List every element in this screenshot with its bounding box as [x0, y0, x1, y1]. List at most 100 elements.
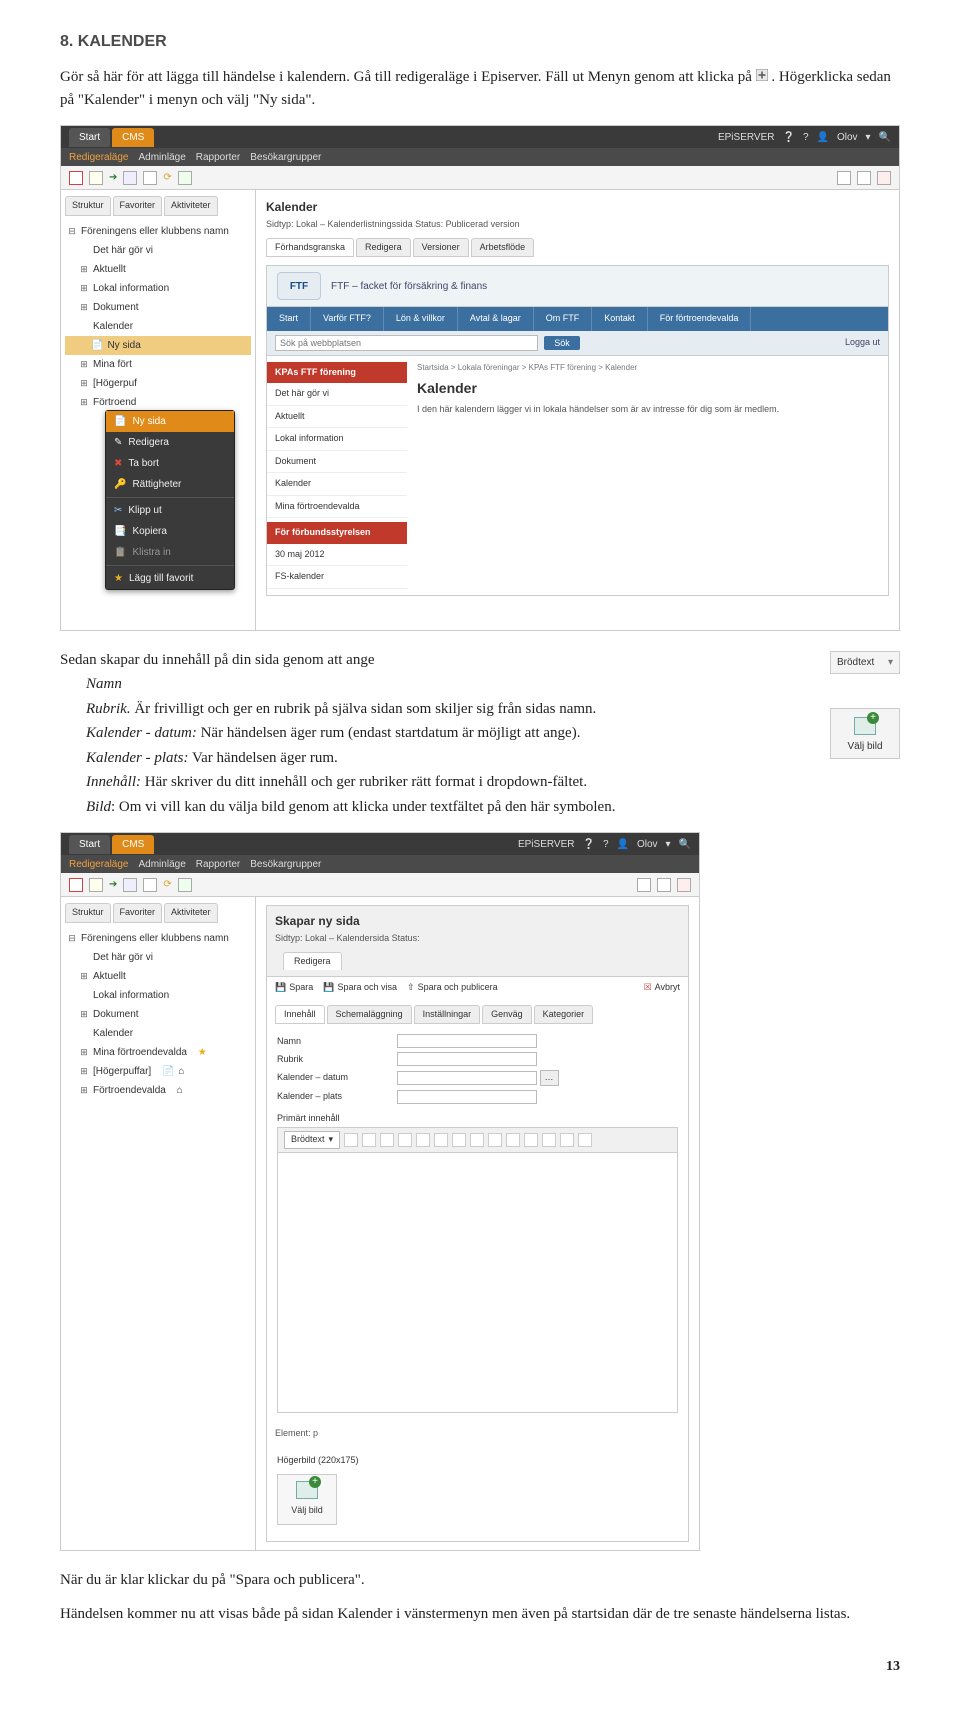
search-input[interactable]	[275, 335, 538, 351]
tool-icon[interactable]	[89, 878, 103, 892]
input-kalender-plats[interactable]	[397, 1090, 537, 1104]
mode-besokargrupper[interactable]: Besökargrupper	[250, 857, 321, 872]
left-tab-struktur[interactable]: Struktur	[65, 196, 111, 216]
expand-icon[interactable]: ⊞	[79, 1066, 89, 1076]
tab-start[interactable]: Start	[69, 835, 110, 854]
mode-besokargrupper[interactable]: Besökargrupper	[250, 150, 321, 165]
tree-item[interactable]: Lokal information	[65, 986, 251, 1005]
ctx-tabort[interactable]: ✖Ta bort	[106, 453, 234, 474]
tree-item[interactable]: ⊞Dokument	[65, 298, 251, 317]
rte-ol-icon[interactable]	[362, 1133, 376, 1147]
sidebar-item[interactable]: 30 maj 2012	[267, 544, 407, 567]
tool-icon[interactable]	[69, 171, 83, 185]
ctx-rattigheter[interactable]: 🔑Rättigheter	[106, 474, 234, 495]
nav-item[interactable]: Start	[267, 307, 311, 331]
nav-item[interactable]: För förtroendevalda	[648, 307, 752, 331]
rte-col-icon[interactable]	[542, 1133, 556, 1147]
cancel-button[interactable]: ☒Avbryt	[644, 981, 680, 995]
nav-item[interactable]: Varför FTF?	[311, 307, 384, 331]
expand-icon[interactable]: ⊞	[79, 302, 89, 312]
rte-unlink-icon[interactable]	[398, 1133, 412, 1147]
help-icon[interactable]: ❔	[582, 837, 594, 852]
expand-icon[interactable]: ⊞	[79, 971, 89, 981]
tree-item[interactable]: ⊞Mina fört	[65, 355, 251, 374]
mode-redigeralage[interactable]: Redigeraläge	[69, 150, 129, 165]
save-button[interactable]: 💾Spara	[275, 981, 313, 995]
left-tab-aktiviteter[interactable]: Aktiviteter	[164, 903, 218, 923]
input-kalender-datum[interactable]	[397, 1071, 537, 1085]
subtab-versioner[interactable]: Versioner	[413, 238, 469, 258]
search-button[interactable]: Sök	[544, 336, 580, 350]
tool-icon[interactable]	[657, 878, 671, 892]
ctx-klistra[interactable]: 📋Klistra in	[106, 542, 234, 563]
info-icon[interactable]: ?	[603, 837, 609, 852]
tree-item[interactable]: ⊞Lokal information	[65, 279, 251, 298]
mode-adminlage[interactable]: Adminläge	[139, 150, 186, 165]
rte-anchor-icon[interactable]	[416, 1133, 430, 1147]
rte-clean-icon[interactable]	[488, 1133, 502, 1147]
tree-item[interactable]: ⊞Mina förtroendevalda ★	[65, 1043, 251, 1062]
ctx-redigera[interactable]: ✎Redigera	[106, 432, 234, 453]
subtab-forhandsgranska[interactable]: Förhandsgranska	[266, 238, 354, 258]
help-icon[interactable]: ❔	[782, 130, 794, 145]
left-tab-aktiviteter[interactable]: Aktiviteter	[164, 196, 218, 216]
tree-item[interactable]: ⊞[Högerpuffar] 📄⌂	[65, 1062, 251, 1081]
expand-icon[interactable]: ⊞	[79, 283, 89, 293]
tree-item[interactable]: Kalender	[65, 317, 251, 336]
mode-adminlage[interactable]: Adminläge	[139, 857, 186, 872]
tree-root[interactable]: ⊟ Föreningens eller klubbens namn	[65, 929, 251, 948]
tool-icon[interactable]	[857, 171, 871, 185]
tree-item[interactable]: ⊞Aktuellt	[65, 967, 251, 986]
nav-item[interactable]: Kontakt	[592, 307, 648, 331]
ellipsis-button[interactable]: …	[540, 1070, 559, 1086]
ctx-favorit[interactable]: ★Lägg till favorit	[106, 568, 234, 589]
tool-refresh-icon[interactable]: ⟳	[163, 877, 171, 892]
expand-icon[interactable]: ⊞	[79, 397, 89, 407]
tree-item[interactable]: Det här gör vi	[65, 948, 251, 967]
logout-link[interactable]: Logga ut	[845, 336, 880, 350]
tool-icon[interactable]	[69, 878, 83, 892]
sidebar-item[interactable]: Dokument	[267, 451, 407, 474]
save-publish-button[interactable]: ⇧Spara och publicera	[407, 981, 498, 995]
rte-link-icon[interactable]	[380, 1133, 394, 1147]
collapse-icon[interactable]: ⊟	[67, 933, 77, 943]
tool-icon[interactable]	[877, 171, 891, 185]
tool-icon[interactable]	[89, 171, 103, 185]
rte-media-icon[interactable]	[452, 1133, 466, 1147]
user-name[interactable]: Olov	[637, 837, 658, 852]
tree-item[interactable]: Kalender	[65, 1024, 251, 1043]
input-rubrik[interactable]	[397, 1052, 537, 1066]
sidebar-item[interactable]: Aktuellt	[267, 406, 407, 429]
left-tab-favoriter[interactable]: Favoriter	[113, 903, 163, 923]
expand-icon[interactable]: ⊞	[79, 378, 89, 388]
redigera-tab[interactable]: Redigera	[283, 952, 342, 971]
rte-source-icon[interactable]	[470, 1133, 484, 1147]
tree-item[interactable]: ⊞Dokument	[65, 1005, 251, 1024]
rte-split-icon[interactable]	[578, 1133, 592, 1147]
tool-icon[interactable]	[143, 171, 157, 185]
search-icon[interactable]: 🔍	[679, 837, 691, 852]
ctx-ny-sida[interactable]: 📄Ny sida	[106, 411, 234, 432]
nav-item[interactable]: Om FTF	[534, 307, 593, 331]
tool-refresh-icon[interactable]: ⟳	[163, 170, 171, 185]
tab-cms[interactable]: CMS	[112, 128, 154, 147]
tool-icon[interactable]	[837, 171, 851, 185]
tree-item[interactable]: ⊞[Högerpuf	[65, 374, 251, 393]
tool-arrow-icon[interactable]: ➔	[109, 170, 117, 185]
tool-icon[interactable]	[123, 878, 137, 892]
tool-icon[interactable]	[123, 171, 137, 185]
expand-icon[interactable]: ⊞	[79, 1047, 89, 1057]
input-namn[interactable]	[397, 1034, 537, 1048]
tab-start[interactable]: Start	[69, 128, 110, 147]
rte-textarea[interactable]	[277, 1153, 678, 1413]
expand-icon[interactable]: ⊞	[79, 1085, 89, 1095]
subtab-redigera[interactable]: Redigera	[356, 238, 411, 258]
subtab-arbetsflode[interactable]: Arbetsflöde	[471, 238, 535, 258]
tool-arrow-icon[interactable]: ➔	[109, 877, 117, 892]
save-view-button[interactable]: 💾Spara och visa	[323, 981, 397, 995]
left-tab-struktur[interactable]: Struktur	[65, 903, 111, 923]
search-icon[interactable]: 🔍	[879, 130, 891, 145]
valj-bild-button[interactable]: Välj bild	[277, 1474, 337, 1525]
ctx-kopiera[interactable]: 📑Kopiera	[106, 521, 234, 542]
nav-item[interactable]: Avtal & lagar	[458, 307, 534, 331]
